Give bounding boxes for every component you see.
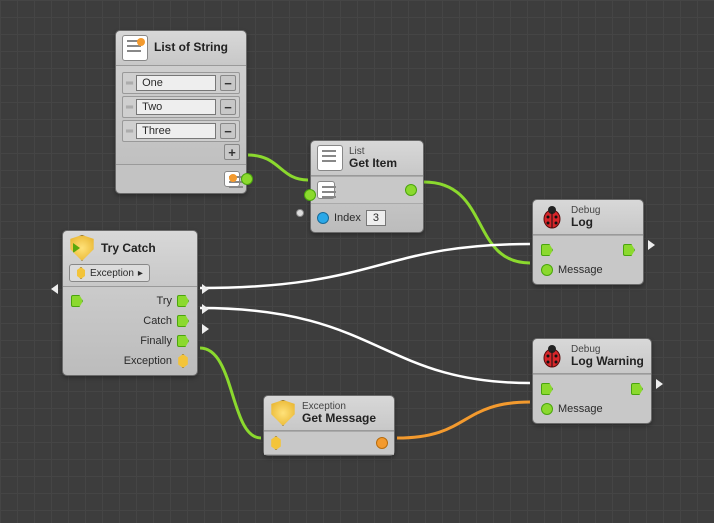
list-item[interactable]: ═ One − <box>122 72 240 94</box>
catch-row: Catch <box>71 311 189 331</box>
flow-in-port[interactable] <box>541 244 553 256</box>
list-item[interactable]: ═ Two − <box>122 96 240 118</box>
dropdown-value: Exception <box>90 268 134 279</box>
index-value-input[interactable]: 3 <box>366 210 386 226</box>
bug-icon <box>539 204 565 230</box>
flow-out-port[interactable] <box>623 244 635 256</box>
remove-item-button[interactable]: − <box>220 123 236 139</box>
node-header[interactable]: Debug Log <box>533 200 643 235</box>
message-label: Message <box>558 264 603 276</box>
wire-try-to-log-flow <box>200 244 530 288</box>
flow-out-port[interactable] <box>631 383 643 395</box>
flow-row <box>541 240 635 260</box>
catch-out-triangle-icon <box>202 304 209 314</box>
shield-mini-icon <box>76 267 86 279</box>
flow-out-triangle-icon <box>656 379 663 389</box>
try-out-port[interactable] <box>177 295 189 307</box>
node-title: List of String <box>154 41 228 54</box>
node-header[interactable]: List Get Item <box>311 141 423 176</box>
dropdown-arrow-icon: ▸ <box>138 268 143 279</box>
flow-row <box>541 379 643 399</box>
node-try-catch[interactable]: Try Catch Exception ▸ Try Catch Finally … <box>62 230 198 376</box>
message-out-port[interactable] <box>376 437 388 449</box>
remove-item-button[interactable]: − <box>220 75 236 91</box>
exception-row: Exception <box>71 351 189 371</box>
wire-exception-to-getmessage <box>200 348 261 438</box>
port-row <box>311 176 423 204</box>
node-title: Log <box>571 216 600 229</box>
node-get-item[interactable]: List Get Item Index 3 <box>310 140 424 233</box>
node-header[interactable]: Try Catch Exception ▸ <box>63 231 197 287</box>
wire-getmessage-to-logwarn-msg <box>397 402 530 438</box>
list-input-icon <box>317 181 335 199</box>
shield-icon <box>270 400 296 426</box>
message-label: Message <box>558 403 603 415</box>
remove-item-button[interactable]: − <box>220 99 236 115</box>
output-port[interactable] <box>241 173 253 185</box>
node-header[interactable]: Debug Log Warning <box>533 339 651 374</box>
message-row: Message <box>541 399 643 419</box>
catch-out-port[interactable] <box>177 315 189 327</box>
add-item-button[interactable]: + <box>224 144 240 160</box>
output-port[interactable] <box>405 184 417 196</box>
flow-in-port[interactable] <box>71 295 83 307</box>
drag-handle-icon[interactable]: ═ <box>126 126 132 137</box>
drag-handle-icon[interactable]: ═ <box>126 102 132 113</box>
node-title: Get Item <box>349 157 397 170</box>
finally-out-port[interactable] <box>177 335 189 347</box>
node-title: Get Message <box>302 412 376 425</box>
flow-in-triangle-icon <box>51 284 58 294</box>
exception-in-port[interactable] <box>270 436 282 450</box>
list-icon <box>317 145 343 171</box>
list-item-value[interactable]: One <box>136 75 216 91</box>
message-in-port[interactable] <box>541 403 553 415</box>
node-get-message[interactable]: Exception Get Message <box>263 395 395 456</box>
index-row: Index 3 <box>317 208 417 228</box>
drag-handle-icon[interactable]: ═ <box>126 78 132 89</box>
message-in-port[interactable] <box>541 264 553 276</box>
node-header[interactable]: Exception Get Message <box>264 396 394 431</box>
list-item[interactable]: ═ Three − <box>122 120 240 142</box>
try-out-triangle-icon <box>202 284 209 294</box>
index-input-port[interactable] <box>317 212 329 224</box>
finally-out-triangle-icon <box>202 324 209 334</box>
flow-out-triangle-icon <box>648 240 655 250</box>
shield-icon <box>69 235 95 261</box>
exception-type-dropdown[interactable]: Exception ▸ <box>69 264 150 282</box>
port-row <box>264 431 394 455</box>
exception-out-port[interactable] <box>177 354 189 368</box>
finally-row: Finally <box>71 331 189 351</box>
node-debug-log-warning[interactable]: Debug Log Warning Message <box>532 338 652 424</box>
unconnected-port[interactable] <box>296 209 304 217</box>
list-item-value[interactable]: Two <box>136 99 216 115</box>
node-title: Try Catch <box>101 241 156 255</box>
node-list-of-string[interactable]: List of String ═ One − ═ Two − ═ Three −… <box>115 30 247 194</box>
index-label: Index <box>334 212 361 224</box>
wire-catch-to-logwarn-flow <box>200 308 530 383</box>
node-title: Log Warning <box>571 355 644 368</box>
catch-label: Catch <box>143 315 172 327</box>
message-row: Message <box>541 260 635 280</box>
bug-icon <box>539 343 565 369</box>
flow-in-try-row: Try <box>71 291 189 311</box>
node-debug-log[interactable]: Debug Log Message <box>532 199 644 285</box>
wire-getitem-to-log-msg <box>424 182 530 263</box>
list-input-port[interactable] <box>304 189 316 201</box>
exception-label: Exception <box>124 355 172 367</box>
list-icon <box>122 35 148 61</box>
list-item-value[interactable]: Three <box>136 123 216 139</box>
wire-list-to-getitem <box>248 155 308 180</box>
node-footer <box>116 164 246 193</box>
node-header[interactable]: List of String <box>116 31 246 66</box>
try-label: Try <box>157 295 172 307</box>
flow-in-port[interactable] <box>541 383 553 395</box>
finally-label: Finally <box>140 335 172 347</box>
list-output-icon <box>224 171 240 187</box>
